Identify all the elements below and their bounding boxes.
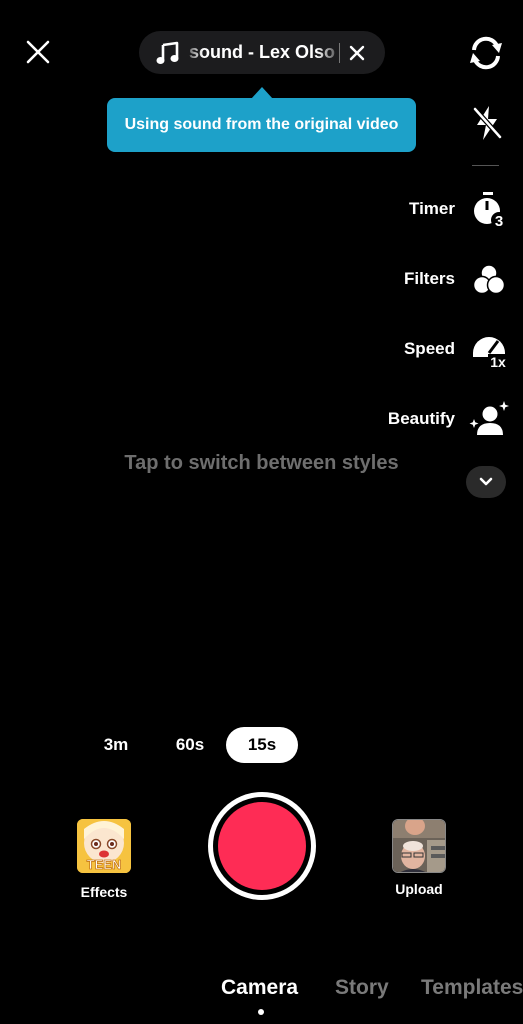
duration-selector: 3m 60s 15s [0, 727, 523, 763]
tool-label: Timer [409, 199, 455, 218]
remove-sound-button[interactable] [348, 44, 366, 62]
chevron-down-icon [479, 477, 493, 486]
style-hint: Tap to switch between styles [124, 452, 399, 474]
tab-templates[interactable]: Templates [421, 976, 523, 1000]
music-note-icon [156, 41, 179, 64]
tab-camera[interactable]: Camera [221, 976, 298, 1000]
speed-icon: 1x [473, 337, 508, 369]
flip-camera-icon [470, 36, 502, 70]
speed-badge: 1x [490, 354, 506, 369]
effects-label: Effects [80, 884, 128, 900]
tool-label: Speed [403, 339, 455, 358]
mode-tabs: Camera Story Templates [0, 976, 523, 1004]
tab-story[interactable]: Story [335, 976, 389, 1000]
record-button[interactable] [208, 792, 316, 900]
flash-button[interactable] [470, 104, 504, 142]
active-mode-indicator [258, 1009, 264, 1015]
duration-option-60s[interactable]: 60s [160, 727, 220, 763]
timer-badge: 3 [495, 213, 503, 229]
close-button[interactable] [22, 36, 54, 68]
tool-beautify[interactable]: Beautify [388, 397, 509, 441]
sound-title: sound - Lex Olson [189, 42, 335, 62]
tool-label: Beautify [387, 409, 455, 428]
record-core [218, 802, 306, 890]
effects-button[interactable]: TEEN [77, 819, 131, 873]
sound-selector[interactable]: sound - Lex Olson [139, 31, 385, 74]
effects-thumb-text: TEEN [87, 857, 122, 872]
duration-option-3m[interactable]: 3m [88, 727, 144, 763]
filters-icon [472, 264, 506, 295]
divider [339, 42, 340, 63]
close-icon [26, 40, 50, 64]
flip-camera-button[interactable] [465, 32, 507, 74]
duration-option-15s[interactable]: 15s [226, 727, 298, 763]
effects-thumbnail: TEEN [77, 819, 131, 873]
timer-icon: 3 [474, 192, 507, 229]
flash-off-icon [473, 106, 502, 140]
sound-tooltip: Using sound from the original video [107, 98, 416, 152]
tools-divider [472, 165, 499, 166]
tool-timer[interactable]: Timer 3 [409, 187, 509, 231]
tool-label: Filters [403, 269, 455, 288]
tool-filters[interactable]: Filters [404, 257, 509, 301]
upload-thumbnail [393, 820, 445, 872]
upload-button[interactable] [392, 819, 446, 873]
tool-speed[interactable]: Speed 1x [404, 327, 509, 371]
beautify-icon [469, 401, 509, 435]
upload-label: Upload [395, 881, 443, 897]
